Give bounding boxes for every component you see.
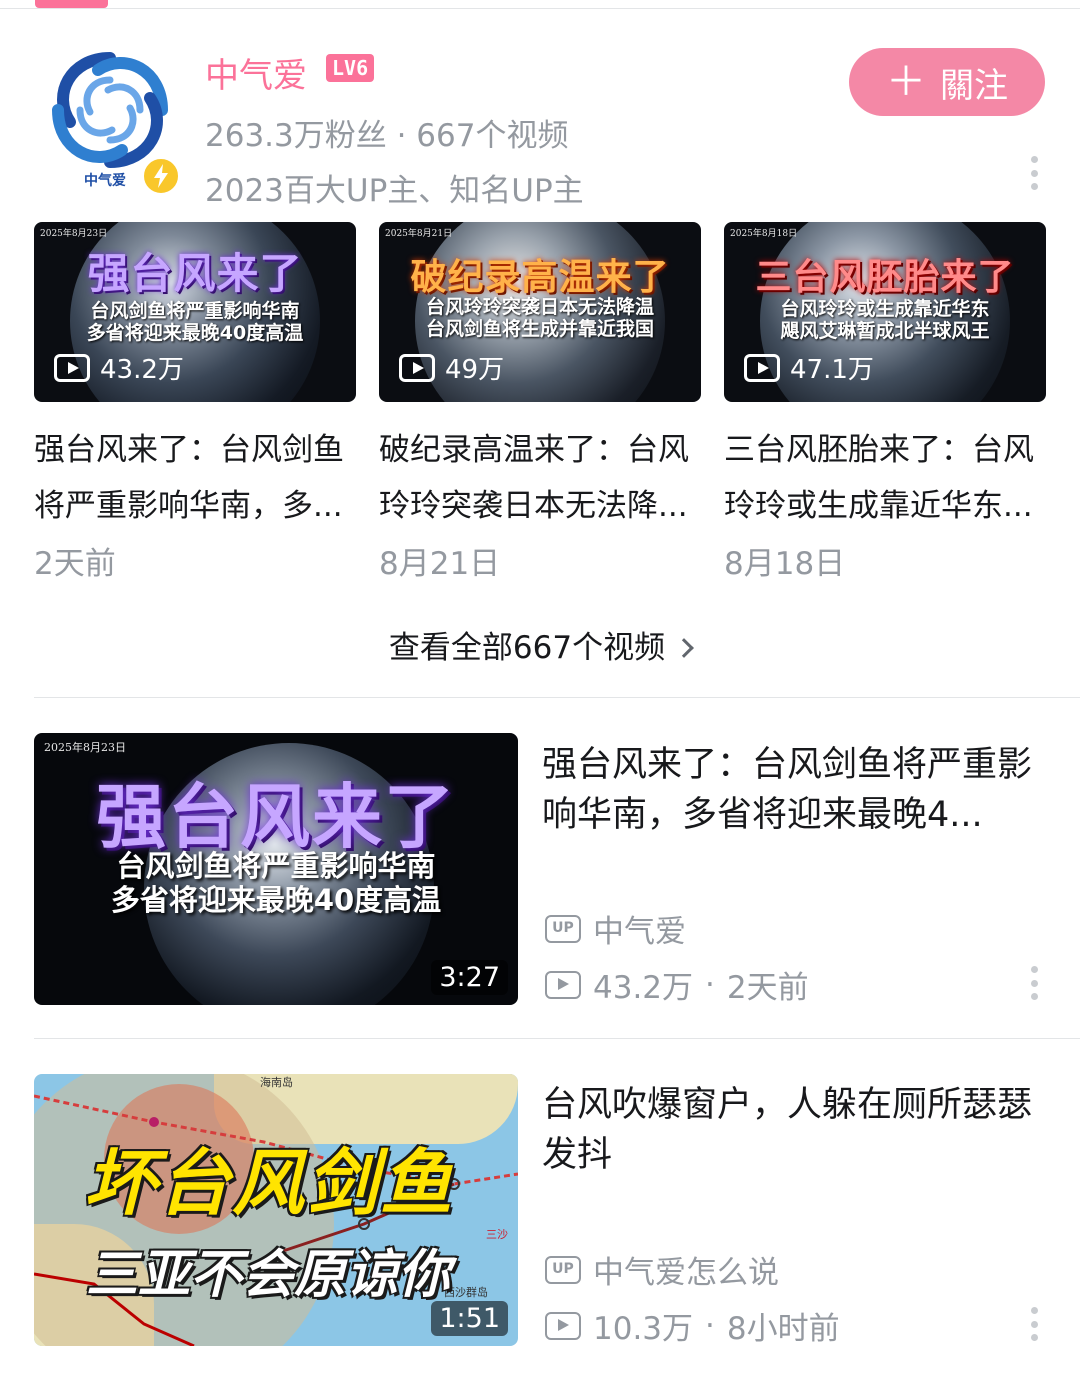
view-count: 49万	[399, 349, 504, 386]
follow-button[interactable]: ＋ 關注	[849, 48, 1045, 116]
thumb-headline: 三台风胚胎来了	[755, 256, 1015, 298]
video-title[interactable]: 三台风胚胎来了：台风玲玲或生成靠近华东...	[724, 422, 1046, 534]
view-all-label: 查看全部667个视频	[388, 630, 666, 666]
creator-stats: 263.3万粉丝 · 667个视频	[205, 118, 569, 154]
video-date: 8月18日	[724, 546, 846, 582]
view-count-text: 10.3万	[593, 1311, 694, 1347]
video-duration: 3:27	[431, 960, 508, 995]
video-thumbnail[interactable]: 海南岛 西沙群岛 三沙 坏台风剑鱼 三亚不会原谅你 1:51	[34, 1074, 518, 1346]
play-icon	[545, 970, 581, 999]
video-title[interactable]: 强台风来了：台风剑鱼将严重影响华南，多省将迎来最晚4...	[542, 740, 1042, 840]
avatar-brand-text: 中气爱	[84, 173, 126, 189]
uploader-row[interactable]: UP 中气爱怎么说	[545, 1247, 779, 1292]
video-stats: 43.2万 · 2天前	[545, 962, 809, 1007]
thumb-date: 2025年8月21日	[385, 229, 453, 239]
view-count-text: 47.1万	[790, 355, 874, 385]
video-thumbnail: 2025年8月23日 强台风来了 台风剑鱼将严重影响华南 多省将迎来最晚40度高…	[34, 222, 356, 402]
map-label: 西沙群岛	[444, 1286, 488, 1299]
video-date: 2天前	[34, 546, 116, 582]
play-icon	[399, 353, 435, 382]
uploader-name: 中气爱	[593, 914, 686, 950]
view-count: 43.2万	[54, 349, 184, 386]
creator-honor: 2023百大UP主、知名UP主	[205, 173, 584, 209]
view-count-text: 49万	[445, 355, 505, 385]
play-icon	[545, 1311, 581, 1340]
play-icon	[744, 353, 780, 382]
up-badge-icon: UP	[545, 1255, 581, 1284]
creator-more-icon[interactable]	[1029, 156, 1039, 190]
uploader-row[interactable]: UP 中气爱	[545, 906, 686, 951]
video-thumbnail: 2025年8月21日 破纪录高温来了 台风玲玲突袭日本无法降温 台风剑鱼将生成并…	[379, 222, 701, 402]
thumb-subtitle: 台风剑鱼将严重影响华南	[116, 849, 436, 883]
upload-time: 2天前	[726, 970, 809, 1006]
view-count-text: 43.2万	[100, 355, 184, 385]
thumb-subtitle: 多省将迎来最晚40度高温	[110, 883, 442, 917]
lightning-icon	[154, 164, 168, 188]
thumb-date: 2025年8月23日	[44, 741, 126, 754]
thumb-subtitle: 台风玲玲突袭日本无法降温	[425, 296, 654, 318]
map-label: 三沙	[486, 1228, 508, 1241]
view-count: 47.1万	[744, 349, 874, 386]
video-title[interactable]: 强台风来了：台风剑鱼将严重影响华南，多...	[34, 422, 356, 534]
section-divider	[34, 697, 1080, 698]
view-count-text: 43.2万	[593, 970, 694, 1006]
video-title[interactable]: 台风吹爆窗户，人躲在厕所瑟瑟发抖	[542, 1080, 1042, 1180]
section-divider	[34, 1038, 1080, 1039]
play-icon	[54, 353, 90, 382]
view-all-videos-link[interactable]: 查看全部667个视频	[0, 622, 1080, 667]
upload-time: 8小时前	[726, 1311, 840, 1347]
up-badge-icon: UP	[545, 914, 581, 943]
thumb-date: 2025年8月18日	[730, 229, 798, 239]
more-vertical-icon[interactable]	[1029, 1307, 1039, 1341]
thumb-subtitle: 台风剑鱼将严重影响华南	[90, 300, 300, 322]
video-duration: 1:51	[431, 1301, 508, 1336]
video-thumbnail[interactable]: 2025年8月23日 强台风来了 台风剑鱼将严重影响华南 多省将迎来最晚40度高…	[34, 733, 518, 1005]
thumb-headline: 坏台风剑鱼	[84, 1140, 455, 1225]
chevron-right-icon	[674, 638, 694, 658]
creator-name[interactable]: 中气爱	[205, 48, 307, 97]
thumb-headline: 强台风来了	[96, 775, 456, 858]
thumb-subtitle: 多省将迎来最晚40度高温	[86, 322, 304, 344]
thumb-subtitle: 飓风艾琳暂成北半球风王	[780, 320, 990, 342]
mini-video-card[interactable]: 2025年8月21日 破纪录高温来了 台风玲玲突袭日本无法降温 台风剑鱼将生成并…	[379, 222, 701, 583]
video-stats: 10.3万 · 8小时前	[545, 1303, 840, 1348]
thumb-headline: 破纪录高温来了	[410, 256, 670, 298]
thumb-subtitle: 三亚不会原谅你	[86, 1244, 451, 1305]
video-title[interactable]: 破纪录高温来了：台风玲玲突袭日本无法降...	[379, 422, 701, 534]
verified-badge	[140, 155, 182, 197]
separator: ·	[705, 966, 715, 1003]
mini-video-card[interactable]: 2025年8月23日 强台风来了 台风剑鱼将严重影响华南 多省将迎来最晚40度高…	[34, 222, 356, 583]
separator: ·	[705, 1307, 715, 1344]
level-badge: LV6	[326, 54, 375, 82]
thumb-date: 2025年8月23日	[40, 229, 108, 239]
plus-icon: ＋	[886, 59, 926, 105]
more-vertical-icon[interactable]	[1029, 966, 1039, 1000]
follow-label: 關注	[940, 65, 1008, 106]
thumb-subtitle: 台风玲玲或生成靠近华东	[780, 298, 990, 320]
tab-bar-divider	[0, 8, 1080, 9]
thumb-subtitle: 台风剑鱼将生成并靠近我国	[425, 318, 654, 340]
video-thumbnail: 2025年8月18日 三台风胚胎来了 台风玲玲或生成靠近华东 飓风艾琳暂成北半球…	[724, 222, 1046, 402]
uploader-name: 中气爱怎么说	[593, 1255, 779, 1291]
mini-video-card[interactable]: 2025年8月18日 三台风胚胎来了 台风玲玲或生成靠近华东 飓风艾琳暂成北半球…	[724, 222, 1046, 583]
map-label: 海南岛	[260, 1076, 293, 1089]
thumb-headline: 强台风来了	[87, 249, 303, 298]
video-date: 8月21日	[379, 546, 501, 582]
active-tab-indicator	[35, 0, 108, 8]
